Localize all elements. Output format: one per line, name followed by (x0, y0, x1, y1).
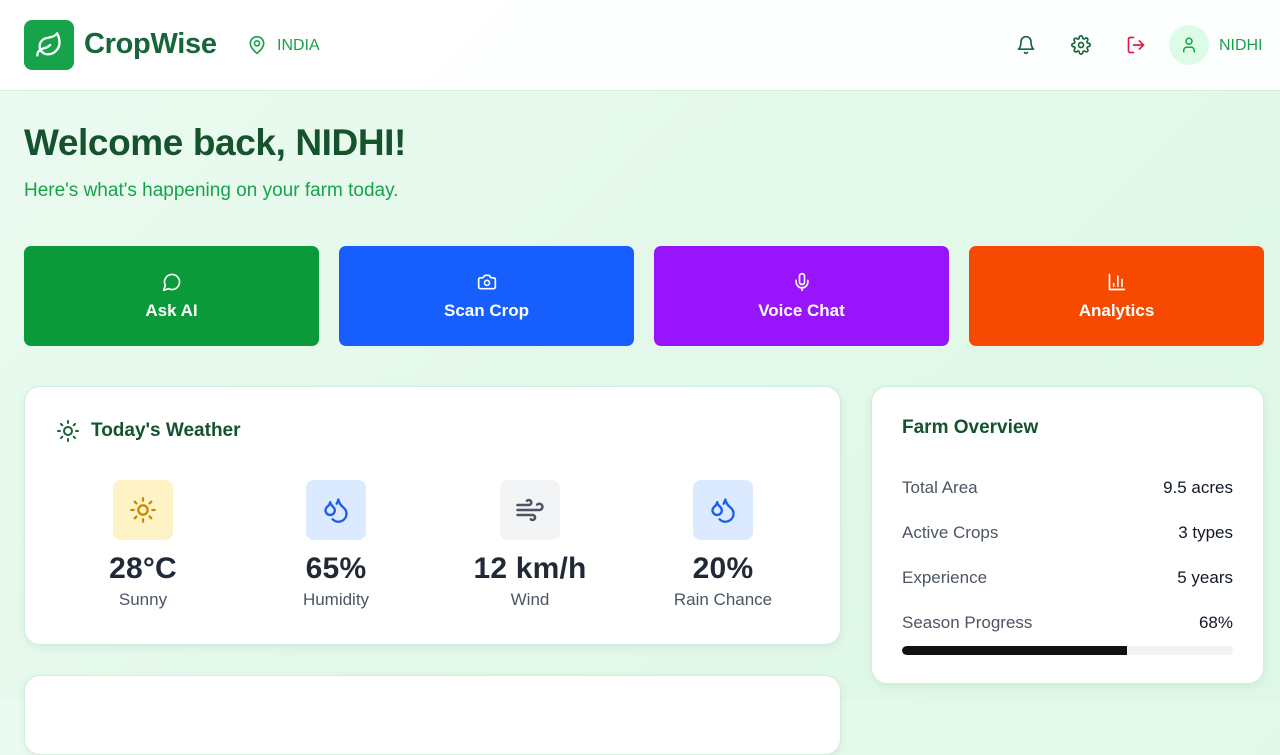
weather-rain-chance: 20% Rain Chance (626, 480, 820, 610)
user-icon (1183, 37, 1195, 53)
bar-chart-icon (1106, 271, 1128, 293)
camera-icon (476, 271, 498, 293)
wind-label: Wind (510, 590, 550, 609)
active-crops-label: Active Crops (902, 523, 999, 542)
ask-ai-label: Ask AI (145, 301, 198, 320)
droplets-icon (711, 498, 735, 523)
droplets-icon (324, 498, 348, 523)
weather-card: Today's Weather 28°C Sunny 65% Humidity (24, 386, 841, 645)
avatar[interactable] (1169, 25, 1209, 65)
chat-bubble-icon (161, 271, 183, 293)
top-header: CropWise INDIA NIDHI (0, 0, 1280, 91)
logout-icon (1127, 36, 1145, 54)
brand-logo[interactable] (24, 20, 74, 70)
brand-name: CropWise (84, 28, 217, 60)
season-progress-value: 68% (1198, 613, 1233, 632)
season-progress-fill (902, 646, 1128, 655)
temperature-value: 28°C (109, 552, 177, 585)
farm-overview-title: Farm Overview (902, 417, 1039, 438)
settings-button[interactable] (1070, 34, 1092, 56)
user-name[interactable]: NIDHI (1219, 37, 1263, 55)
farm-row-experience: Experience 5 years (902, 568, 1233, 588)
logout-button[interactable] (1125, 34, 1147, 56)
wind-icon (516, 498, 544, 522)
humidity-label: Humidity (302, 590, 370, 609)
notifications-button[interactable] (1015, 34, 1037, 56)
rain-chance-label: Rain Chance (673, 590, 773, 609)
temperature-label: Sunny (118, 590, 168, 609)
weather-wind: 12 km/h Wind (433, 480, 627, 610)
farm-row-total-area: Total Area 9.5 acres (902, 478, 1233, 498)
farm-row-active-crops: Active Crops 3 types (902, 523, 1233, 543)
page-subtitle: Here's what's happening on your farm tod… (24, 180, 399, 201)
total-area-label: Total Area (902, 478, 978, 497)
analytics-label: Analytics (1078, 301, 1155, 320)
rain-chance-value: 20% (692, 552, 754, 585)
weather-title: Today's Weather (91, 420, 241, 441)
season-progress-label: Season Progress (902, 613, 1033, 632)
voice-chat-button[interactable]: Voice Chat (654, 246, 949, 346)
season-progress-bar (902, 646, 1233, 655)
ask-ai-button[interactable]: Ask AI (24, 246, 319, 346)
analytics-button[interactable]: Analytics (969, 246, 1264, 346)
total-area-value: 9.5 acres (1163, 478, 1233, 497)
leaf-icon (36, 32, 61, 57)
temperature-tile (113, 480, 173, 540)
rain-chance-tile (693, 480, 753, 540)
gear-icon (1071, 35, 1091, 55)
farm-row-season-progress: Season Progress 68% (902, 613, 1233, 633)
humidity-tile (306, 480, 366, 540)
sun-icon (57, 420, 79, 442)
farm-overview-card: Farm Overview Total Area 9.5 acres Activ… (871, 386, 1264, 684)
experience-label: Experience (902, 568, 988, 587)
secondary-card (24, 675, 841, 755)
active-crops-value: 3 types (1178, 523, 1233, 542)
wind-tile (500, 480, 560, 540)
microphone-icon (791, 271, 813, 293)
map-pin-icon (249, 35, 265, 55)
weather-humidity: 65% Humidity (239, 480, 433, 610)
scan-crop-label: Scan Crop (443, 301, 530, 320)
bell-icon (1017, 35, 1035, 55)
experience-value: 5 years (1177, 568, 1233, 587)
voice-chat-label: Voice Chat (758, 301, 845, 320)
weather-temperature: 28°C Sunny (46, 480, 240, 610)
location-label: INDIA (277, 37, 320, 54)
wind-value: 12 km/h (473, 552, 587, 585)
scan-crop-button[interactable]: Scan Crop (339, 246, 634, 346)
humidity-value: 65% (305, 552, 367, 585)
page-title: Welcome back, NIDHI! (24, 122, 406, 163)
sun-icon (130, 497, 156, 523)
